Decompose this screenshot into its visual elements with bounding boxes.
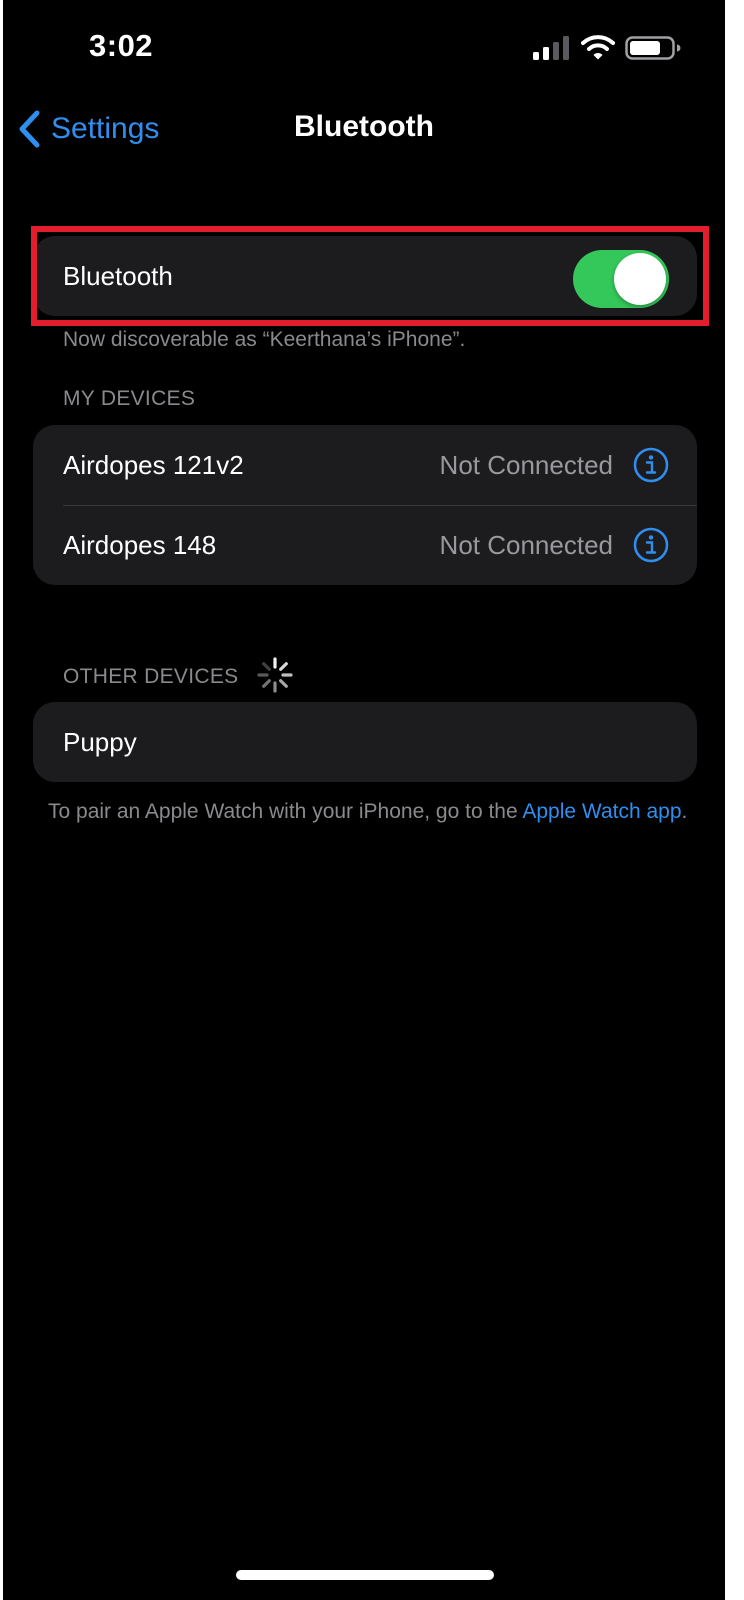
my-devices-header: MY DEVICES xyxy=(63,387,196,410)
info-icon[interactable] xyxy=(633,447,669,483)
battery-icon xyxy=(625,36,681,60)
apple-watch-app-link[interactable]: Apple Watch app xyxy=(522,800,681,823)
info-icon[interactable] xyxy=(633,527,669,563)
device-row[interactable]: Puppy xyxy=(33,702,697,782)
other-devices-header: OTHER DEVICES xyxy=(63,665,239,688)
device-name: Airdopes 121v2 xyxy=(63,449,244,480)
wifi-icon xyxy=(581,35,615,60)
cellular-signal-icon xyxy=(533,36,569,60)
pairing-note-text: To pair an Apple Watch with your iPhone,… xyxy=(48,800,523,823)
device-status: Not Connected xyxy=(439,530,613,560)
other-devices-group: Puppy xyxy=(33,702,697,782)
home-indicator[interactable] xyxy=(236,1570,494,1580)
my-devices-group: Airdopes 121v2 Not Connected Airdopes 14… xyxy=(33,425,697,585)
status-time: 3:02 xyxy=(89,28,154,63)
screen: 3:02 Settings Bluetooth Bluetooth Now di… xyxy=(3,0,725,1600)
apple-watch-pairing-note: To pair an Apple Watch with your iPhone,… xyxy=(48,798,688,825)
highlight-annotation-box xyxy=(31,226,709,326)
device-row[interactable]: Airdopes 148 Not Connected xyxy=(33,505,697,585)
device-row[interactable]: Airdopes 121v2 Not Connected xyxy=(33,425,697,505)
device-name: Airdopes 148 xyxy=(63,529,217,560)
pairing-note-suffix: . xyxy=(681,800,688,823)
loading-spinner-icon xyxy=(257,657,293,693)
discoverable-footer: Now discoverable as “Keerthana’s iPhone”… xyxy=(63,328,466,351)
device-status: Not Connected xyxy=(439,450,613,480)
device-name: Puppy xyxy=(63,726,137,757)
page-title: Bluetooth xyxy=(294,110,434,143)
